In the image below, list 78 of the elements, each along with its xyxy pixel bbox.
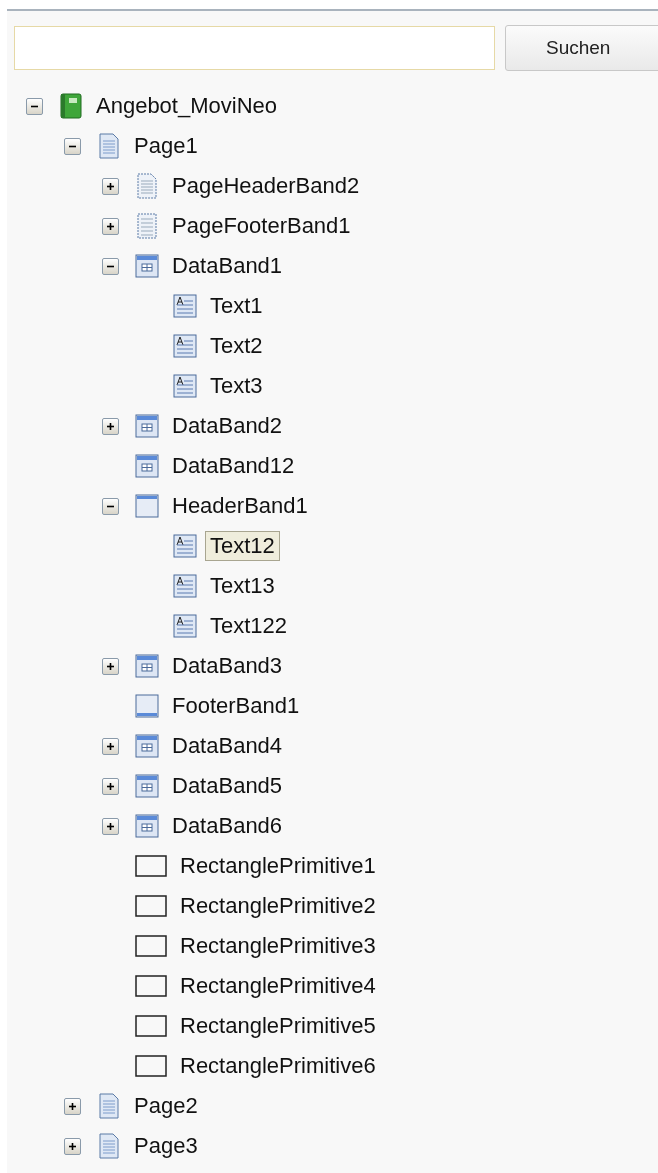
tree-item[interactable]: PageHeaderBand2	[167, 171, 365, 201]
plus-icon	[106, 221, 115, 231]
expand-button[interactable]	[102, 217, 119, 235]
document-icon	[97, 1093, 121, 1119]
expand-button[interactable]	[102, 657, 119, 675]
tree-item[interactable]: RectanglePrimitive1	[175, 851, 381, 881]
expand-button[interactable]	[102, 737, 119, 755]
tree-item[interactable]: Page3	[129, 1131, 203, 1161]
collapse-button[interactable]	[26, 97, 43, 115]
plus-icon	[68, 1141, 77, 1151]
band-icon	[135, 453, 159, 479]
tree-item[interactable]: Text2	[205, 331, 268, 361]
expand-button[interactable]	[64, 1137, 81, 1155]
tree-item[interactable]: DataBand3	[167, 651, 288, 681]
tree-item[interactable]: RectanglePrimitive5	[175, 1011, 381, 1041]
tree-item[interactable]: Page1	[129, 131, 203, 161]
plus-icon	[106, 181, 115, 191]
tree-item[interactable]: Page2	[129, 1091, 203, 1121]
band-icon	[135, 773, 159, 799]
tree-item[interactable]: Text12	[205, 531, 280, 561]
band-icon	[135, 693, 159, 719]
document-icon	[135, 173, 159, 199]
tree-item[interactable]: Text1	[205, 291, 268, 321]
plus-icon	[68, 1101, 77, 1111]
tree-item[interactable]: DataBand4	[167, 731, 288, 761]
collapse-button[interactable]	[64, 137, 81, 155]
band-icon	[135, 413, 159, 439]
band-icon	[135, 493, 159, 519]
tree-item[interactable]: DataBand5	[167, 771, 288, 801]
expand-button[interactable]	[102, 177, 119, 195]
rectangle-icon	[135, 934, 167, 958]
tree-item[interactable]: FooterBand1	[167, 691, 305, 721]
expand-button[interactable]	[102, 817, 119, 835]
plus-icon	[106, 661, 115, 671]
tree-item[interactable]: RectanglePrimitive4	[175, 971, 381, 1001]
text-icon	[173, 573, 197, 599]
text-icon	[173, 293, 197, 319]
tree-item[interactable]: PageFooterBand1	[167, 211, 356, 241]
rectangle-icon	[135, 854, 167, 878]
rectangle-icon	[135, 1054, 167, 1078]
tree-item[interactable]: Angebot_MoviNeo	[91, 91, 282, 121]
band-icon	[135, 813, 159, 839]
tree-item[interactable]: DataBand6	[167, 811, 288, 841]
band-icon	[135, 733, 159, 759]
expand-button[interactable]	[102, 417, 119, 435]
tree-item[interactable]: DataBand1	[167, 251, 288, 281]
text-icon	[173, 613, 197, 639]
tree-item[interactable]: Text13	[205, 571, 280, 601]
text-icon	[173, 333, 197, 359]
tree-item[interactable]: DataBand12	[167, 451, 300, 481]
tree-item[interactable]: Text3	[205, 371, 268, 401]
search-button[interactable]: Suchen	[505, 25, 658, 71]
band-icon	[135, 253, 159, 279]
tree-item[interactable]: Text122	[205, 611, 293, 641]
rectangle-icon	[135, 894, 167, 918]
rectangle-icon	[135, 974, 167, 998]
tree-item[interactable]: RectanglePrimitive6	[175, 1051, 381, 1081]
tree-item[interactable]: RectanglePrimitive2	[175, 891, 381, 921]
expand-button[interactable]	[64, 1097, 81, 1115]
plus-icon	[106, 421, 115, 431]
text-icon	[173, 533, 197, 559]
band-icon	[135, 653, 159, 679]
tree-item[interactable]: RectanglePrimitive3	[175, 931, 381, 961]
tree-item[interactable]: HeaderBand1	[167, 491, 313, 521]
rectangle-icon	[135, 1014, 167, 1038]
plus-icon	[106, 741, 115, 751]
text-icon	[173, 373, 197, 399]
book-icon	[59, 93, 83, 119]
document-icon	[97, 1133, 121, 1159]
collapse-button[interactable]	[102, 497, 119, 515]
plus-icon	[106, 781, 115, 791]
collapse-button[interactable]	[102, 257, 119, 275]
search-field[interactable]	[14, 26, 495, 70]
plus-icon	[106, 821, 115, 831]
document-icon	[135, 213, 159, 239]
document-icon	[97, 133, 121, 159]
expand-button[interactable]	[102, 777, 119, 795]
tree-item[interactable]: DataBand2	[167, 411, 288, 441]
